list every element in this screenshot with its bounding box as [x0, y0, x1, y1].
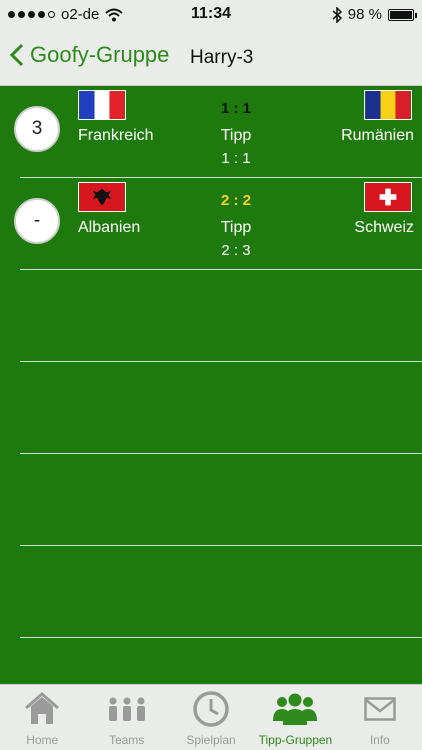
home-team-name: Frankreich: [78, 127, 154, 144]
tab-info[interactable]: Info: [338, 685, 422, 750]
match-list: 3 Frankreich 1 : 1 Tipp 1 : 1 Rumänien -…: [0, 86, 422, 684]
group-icon: [271, 691, 319, 727]
home-icon: [24, 691, 60, 727]
tab-label: Info: [369, 733, 390, 747]
home-team-name: Albanien: [78, 219, 141, 236]
tab-bar: Home Teams Spielplan Tipp-Gruppen Info: [0, 684, 422, 750]
tab-spielplan[interactable]: Spielplan: [169, 685, 253, 750]
points-badge: 3: [14, 106, 60, 152]
romania-flag-icon: [364, 90, 412, 120]
back-button[interactable]: Goofy-Gruppe: [10, 42, 169, 68]
clock-icon: [192, 691, 230, 727]
tab-label: Home: [26, 733, 59, 747]
albania-flag-icon: [78, 182, 126, 212]
match-result: 1 : 1: [220, 100, 251, 117]
chevron-left-icon: [10, 43, 24, 67]
status-right: 98 %: [332, 6, 417, 23]
row-divider: [20, 637, 422, 638]
row-divider: [20, 361, 422, 362]
row-divider: [20, 453, 422, 454]
teams-icon: [106, 691, 148, 727]
away-team-name: Rumänien: [341, 127, 414, 144]
match-row[interactable]: 3 Frankreich 1 : 1 Tipp 1 : 1 Rumänien: [0, 86, 422, 178]
tab-teams[interactable]: Teams: [84, 685, 168, 750]
tab-tipp-gruppen[interactable]: Tipp-Gruppen: [253, 685, 337, 750]
bluetooth-icon: [332, 6, 342, 23]
match-row[interactable]: - Albanien 2 : 2 Tipp 2 : 3 Schweiz: [0, 178, 422, 270]
away-team-name: Schweiz: [354, 219, 414, 236]
tab-label: Tipp-Gruppen: [258, 733, 333, 747]
match-result: 2 : 2: [220, 192, 251, 209]
battery-icon: [388, 8, 417, 21]
tipp-value: 1 : 1: [221, 150, 251, 167]
back-button-label: Goofy-Gruppe: [30, 42, 170, 67]
row-divider: [20, 545, 422, 546]
battery-percent: 98 %: [347, 6, 382, 23]
france-flag-icon: [78, 90, 126, 120]
tipp-label: Tipp: [220, 219, 252, 236]
switzerland-flag-icon: [364, 182, 412, 212]
row-divider: [20, 269, 422, 270]
page-title: Harry-3: [190, 47, 254, 68]
tipp-label: Tipp: [220, 127, 252, 144]
mail-icon: [364, 691, 396, 727]
tab-label: Spielplan: [186, 733, 236, 747]
tab-home[interactable]: Home: [0, 685, 84, 750]
points-badge: -: [14, 198, 60, 244]
navigation-bar: Goofy-Gruppe Harry-3: [0, 30, 422, 86]
tipp-value: 2 : 3: [221, 242, 251, 259]
status-bar: o2-de 11:34 98 %: [0, 0, 422, 30]
tab-label: Teams: [108, 733, 145, 747]
